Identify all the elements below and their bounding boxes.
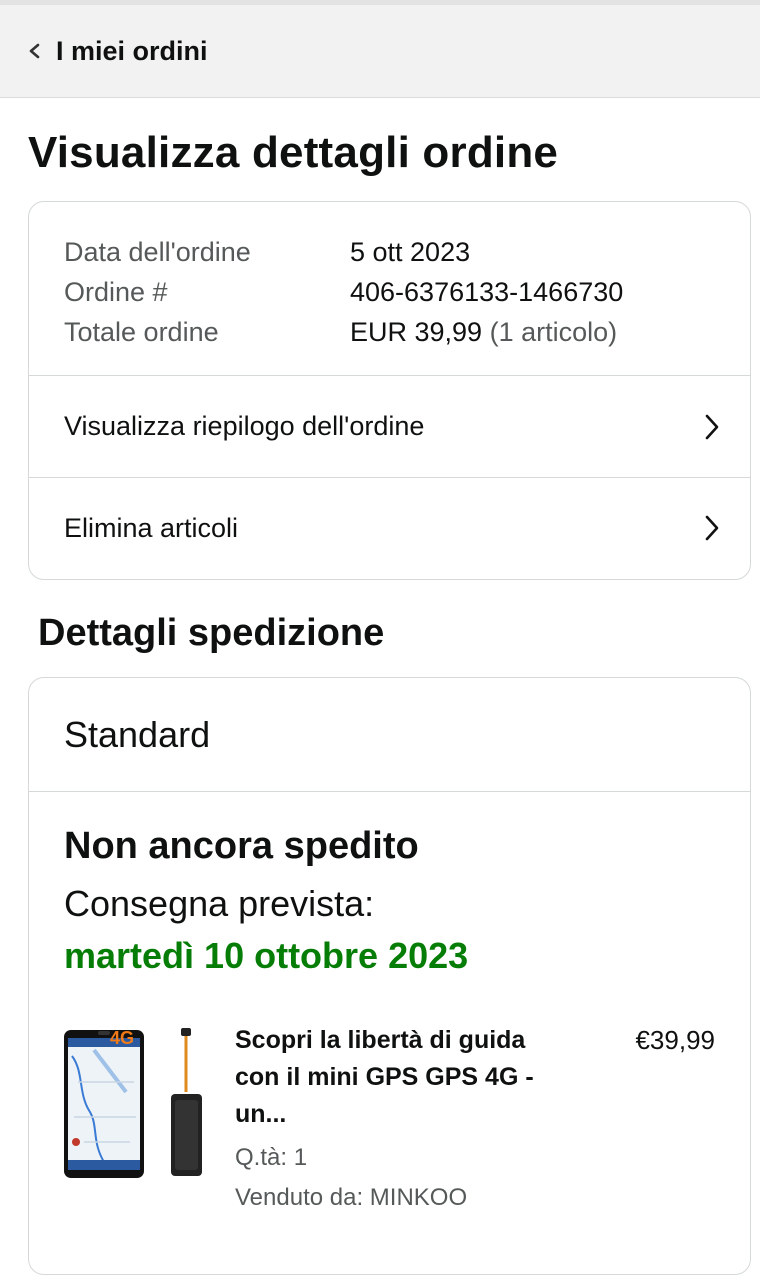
order-number-row: Ordine # 406-6376133-1466730 <box>64 272 715 312</box>
order-number-label: Ordine # <box>64 277 168 307</box>
order-info: Data dell'ordine 5 ott 2023 Ordine # 406… <box>29 202 750 376</box>
order-total-label: Totale ordine <box>64 317 219 347</box>
order-info-card: Data dell'ordine 5 ott 2023 Ordine # 406… <box>28 201 751 580</box>
shipment-details: Non ancora spedito Consegna prevista: ma… <box>29 792 750 1222</box>
chevron-left-icon <box>29 43 40 59</box>
shipping-method: Standard <box>29 678 750 792</box>
view-order-summary-link[interactable]: Visualizza riepilogo dell'ordine <box>29 376 750 477</box>
back-to-orders-link[interactable]: I miei ordini <box>0 0 760 98</box>
remove-items-link[interactable]: Elimina articoli <box>29 477 750 578</box>
shipping-section-title: Dettagli spedizione <box>38 612 385 654</box>
page-title: Visualizza dettagli ordine <box>28 128 559 177</box>
badge-4g: 4G <box>110 1028 134 1048</box>
product-title-link[interactable]: Scopri la libertà di guida con il mini G… <box>235 1022 555 1133</box>
order-date-row: Data dell'ordine 5 ott 2023 <box>64 232 715 272</box>
order-total-amount: EUR 39,99 <box>350 317 483 347</box>
order-number-value: 406-6376133-1466730 <box>350 277 624 307</box>
remove-items-label: Elimina articoli <box>64 512 239 543</box>
order-date-value: 5 ott 2023 <box>350 237 471 267</box>
product-price: €39,99 <box>635 1025 715 1055</box>
back-label: I miei ordini <box>56 35 208 66</box>
shipment-status: Non ancora spedito <box>64 825 419 867</box>
delivery-date: martedì 10 ottobre 2023 <box>64 935 469 976</box>
order-date-label: Data dell'ordine <box>64 237 251 267</box>
product-quantity: Q.tà: 1 <box>235 1144 308 1171</box>
chevron-right-icon <box>705 515 719 541</box>
delivery-label: Consegna prevista: <box>64 883 375 924</box>
view-order-summary-label: Visualizza riepilogo dell'ordine <box>64 411 425 441</box>
product-item: 4G Scopri la libertà di guida con il min… <box>64 1022 715 1222</box>
product-seller: Venduto da: MINKOO <box>235 1184 468 1211</box>
shipping-card: Standard Non ancora spedito Consegna pre… <box>28 677 751 1275</box>
order-total-items: (1 articolo) <box>489 317 618 347</box>
product-image[interactable]: 4G <box>64 1022 206 1180</box>
order-total-row: Totale ordine EUR 39,99 (1 articolo) <box>64 312 715 352</box>
order-total-value: EUR 39,99 (1 articolo) <box>350 312 617 352</box>
chevron-right-icon <box>705 414 719 439</box>
